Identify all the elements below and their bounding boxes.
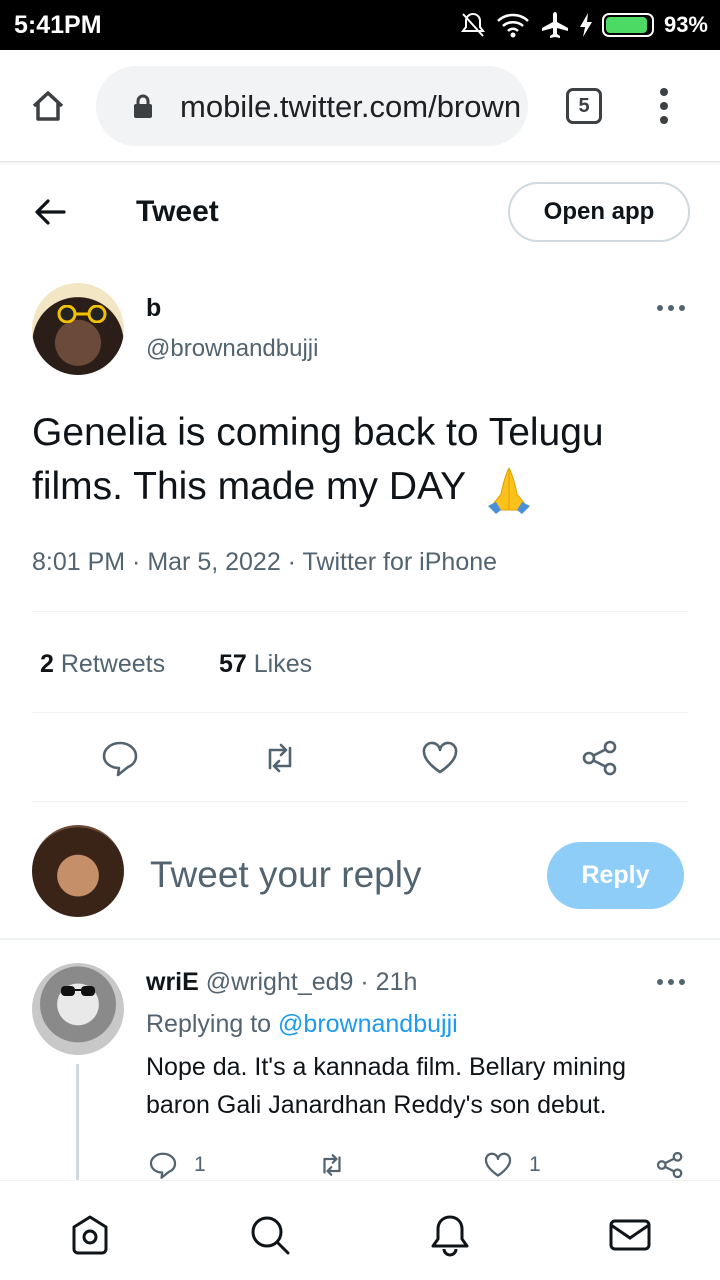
retweets-stat[interactable]: 2 Retweets <box>40 650 165 679</box>
divider <box>32 801 688 802</box>
replying-to: Replying to @brownandbujji <box>146 1010 458 1039</box>
more-vert-icon[interactable] <box>654 86 674 126</box>
sunglasses-icon <box>61 986 95 996</box>
retweet-icon[interactable] <box>317 1150 347 1180</box>
replying-to-label: Replying to <box>146 1010 272 1038</box>
search-icon[interactable] <box>248 1213 292 1257</box>
battery-icon <box>601 13 654 37</box>
author-name[interactable]: b <box>146 294 161 323</box>
reply-author-handle[interactable]: @wright_ed9 <box>206 968 354 996</box>
messages-icon[interactable] <box>608 1213 652 1257</box>
reply-like-action[interactable]: 1 <box>483 1150 541 1180</box>
status-bar: 5:41PM 93% <box>0 0 720 50</box>
battery-percent: 93% <box>663 12 708 37</box>
likes-count: 57 <box>219 650 247 678</box>
reply-icon[interactable] <box>148 1150 178 1180</box>
notifications-off-icon <box>460 12 485 37</box>
current-user-avatar[interactable] <box>32 825 124 917</box>
page-title: Tweet <box>136 195 219 228</box>
wifi-icon <box>497 13 529 38</box>
tweet-timestamp[interactable]: 8:01 PM · Mar 5, 2022 · Twitter for iPho… <box>32 548 497 577</box>
like-icon[interactable] <box>483 1150 513 1180</box>
reply-button[interactable]: Reply <box>547 842 684 909</box>
divider <box>0 938 720 940</box>
address-bar[interactable]: mobile.twitter.com/brownandbujji <box>96 66 528 146</box>
reply-share-action[interactable] <box>655 1150 685 1180</box>
bottom-nav <box>0 1180 720 1280</box>
tweet-header: Tweet Open app <box>0 162 720 262</box>
reply-time[interactable]: · 21h <box>360 968 417 996</box>
reply-text: Nope da. It's a kannada film. Bellary mi… <box>146 1053 627 1119</box>
url-text[interactable]: mobile.twitter.com/brownandbujji <box>180 89 520 125</box>
reply-count: 1 <box>194 1153 206 1176</box>
reply-author-avatar[interactable] <box>32 963 124 1055</box>
home-icon[interactable] <box>28 86 68 126</box>
thread-line <box>76 1064 79 1184</box>
open-app-button[interactable]: Open app <box>508 182 690 242</box>
retweets-count: 2 <box>40 650 54 678</box>
more-options-icon[interactable] <box>656 303 686 313</box>
tabs-button[interactable]: 5 <box>566 88 602 124</box>
reply-more-options-icon[interactable] <box>656 977 686 987</box>
notifications-icon[interactable] <box>428 1213 472 1257</box>
reply-author-name[interactable]: wriE <box>146 968 199 996</box>
like-icon[interactable] <box>420 738 460 778</box>
status-icons: 93% <box>460 8 708 42</box>
home-icon[interactable] <box>68 1213 112 1257</box>
reply-like-count: 1 <box>529 1153 541 1176</box>
back-arrow-icon[interactable] <box>30 192 70 232</box>
author-avatar[interactable] <box>32 283 124 375</box>
tweet-text: Genelia is coming back to Telugu films. … <box>32 406 692 516</box>
retweet-icon[interactable] <box>260 738 300 778</box>
folded-hands-emoji-icon <box>488 467 531 514</box>
browser-toolbar: mobile.twitter.com/brownandbujji 5 <box>0 50 720 162</box>
author-handle[interactable]: @brownandbujji <box>146 335 318 363</box>
replying-to-handle[interactable]: @brownandbujji <box>278 1010 458 1038</box>
sunglasses-icon <box>57 305 107 323</box>
airplane-icon <box>541 12 568 38</box>
status-time: 5:41PM <box>14 11 102 39</box>
share-icon[interactable] <box>655 1150 685 1180</box>
reply-input[interactable]: Tweet your reply <box>150 854 421 896</box>
likes-label: Likes <box>253 650 313 678</box>
divider <box>32 712 688 713</box>
battery-level <box>605 17 647 33</box>
charging-icon <box>579 13 592 37</box>
likes-stat[interactable]: 57 Likes <box>219 650 312 679</box>
retweets-label: Retweets <box>60 650 166 678</box>
divider <box>32 611 688 612</box>
reply-header: wriE @wright_ed9 · 21h <box>146 968 417 997</box>
reply-retweet-action[interactable] <box>317 1150 347 1180</box>
reply-icon[interactable] <box>100 738 140 778</box>
lock-icon[interactable] <box>132 93 154 119</box>
share-icon[interactable] <box>580 738 620 778</box>
reply-reply-action[interactable]: 1 <box>148 1150 206 1180</box>
